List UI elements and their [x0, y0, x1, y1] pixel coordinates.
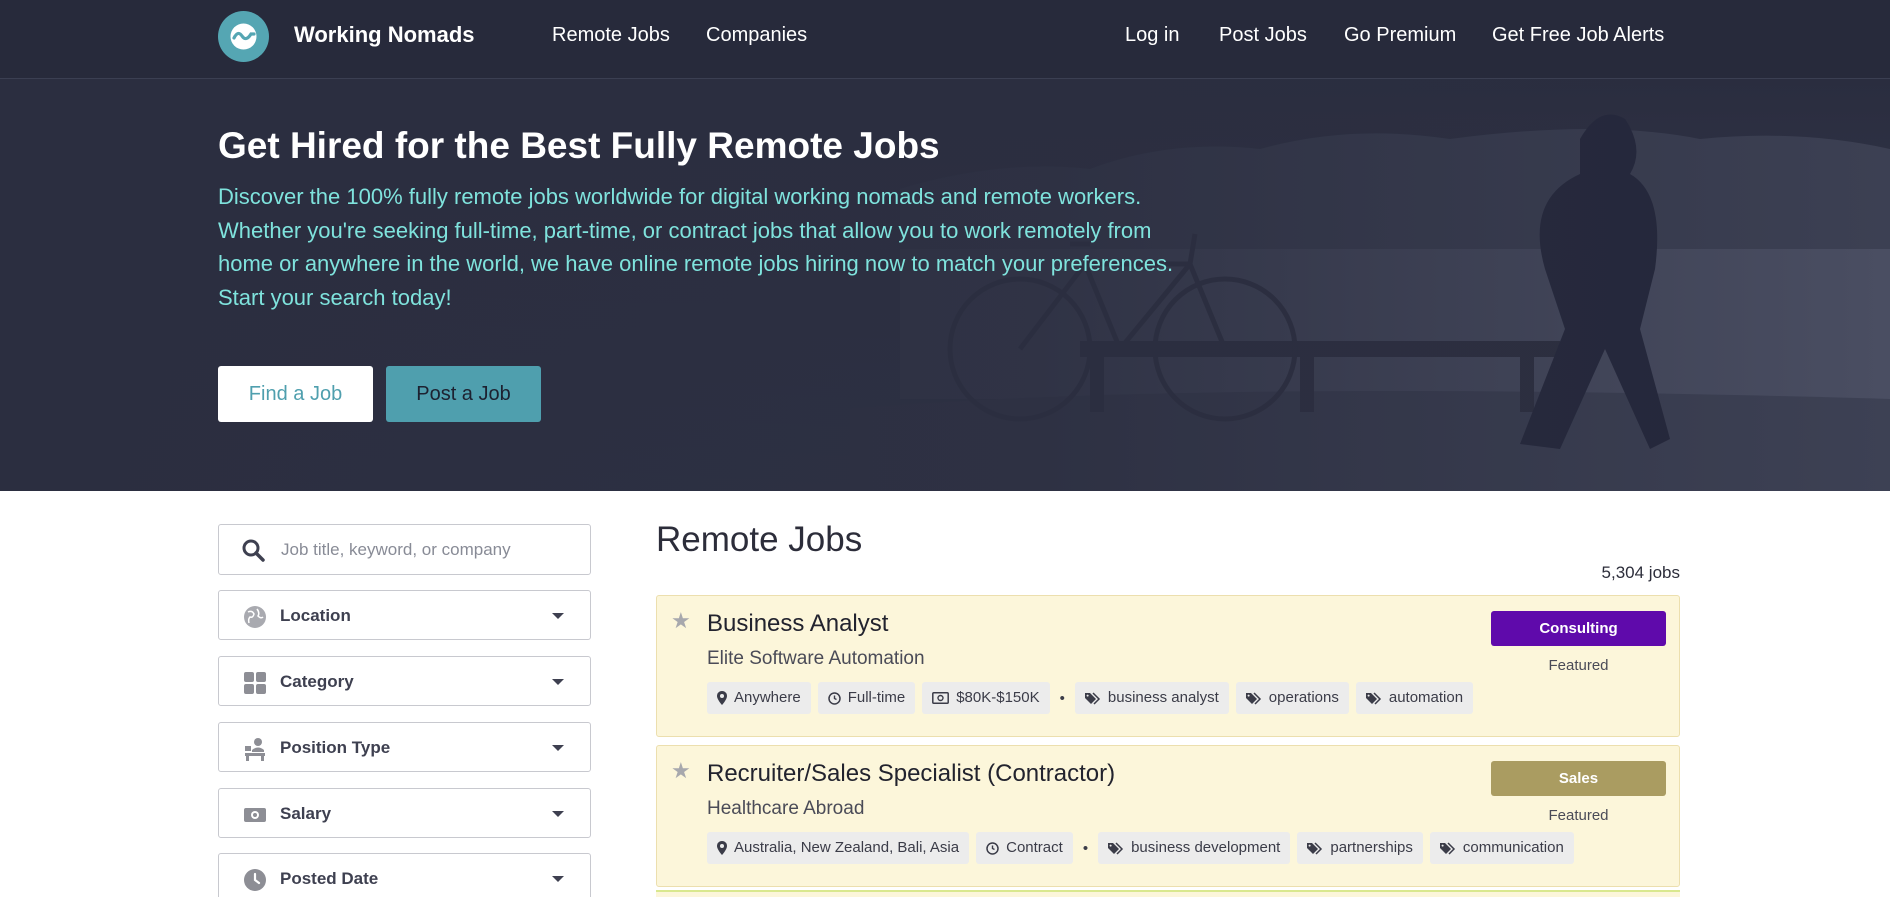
- skill-tag-label: business development: [1131, 839, 1281, 856]
- filter-salary[interactable]: Salary: [218, 788, 591, 838]
- job-company[interactable]: Healthcare Abroad: [707, 798, 864, 820]
- chevron-down-icon: [552, 876, 564, 882]
- filter-posted-date[interactable]: Posted Date: [218, 853, 591, 897]
- nav-go-premium[interactable]: Go Premium: [1344, 24, 1456, 47]
- chevron-down-icon: [552, 745, 564, 751]
- tag-icon: [1084, 691, 1100, 705]
- job-card[interactable]: ★ Business Analyst Elite Software Automa…: [656, 595, 1680, 737]
- skill-tag[interactable]: business analyst: [1074, 682, 1229, 714]
- map-pin-icon: [717, 691, 727, 705]
- job-card[interactable]: ★ Recruiter/Sales Specialist (Contractor…: [656, 745, 1680, 887]
- clock-icon: [244, 869, 266, 891]
- clock-icon: [986, 841, 999, 855]
- tag-icon: [1245, 691, 1261, 705]
- search-icon: [242, 539, 265, 562]
- find-job-button[interactable]: Find a Job: [218, 366, 373, 422]
- job-location: Australia, New Zealand, Bali, Asia: [734, 839, 960, 856]
- skill-tag-label: automation: [1388, 689, 1464, 706]
- job-search-input[interactable]: [279, 533, 573, 567]
- money-icon: [244, 808, 266, 822]
- filter-location[interactable]: Location: [218, 590, 591, 640]
- clock-icon: [827, 691, 841, 705]
- job-type: Full-time: [847, 689, 906, 706]
- star-icon[interactable]: ★: [671, 758, 691, 784]
- chevron-down-icon: [552, 679, 564, 685]
- top-navbar: Working Nomads Remote Jobs Companies Log…: [0, 0, 1890, 79]
- desk-worker-icon: [245, 738, 265, 761]
- brand-logo[interactable]: [218, 11, 269, 62]
- jobs-count: 5,304 jobs: [1601, 563, 1680, 582]
- nav-job-alerts[interactable]: Get Free Job Alerts: [1492, 24, 1664, 47]
- jobs-section-title: Remote Jobs: [656, 520, 863, 559]
- tag-icon: [1307, 841, 1323, 855]
- job-type-tag[interactable]: Contract: [976, 832, 1073, 864]
- filter-category[interactable]: Category: [218, 656, 591, 706]
- skill-tag-label: communication: [1462, 839, 1564, 856]
- tag-icon: [1108, 841, 1124, 855]
- logo-wave-icon: [230, 23, 257, 50]
- job-salary-tag[interactable]: $80K-$150K: [922, 682, 1050, 714]
- job-tags: Anywhere Full-time $80K-$150K • business…: [707, 682, 1480, 714]
- skill-tag-label: operations: [1268, 689, 1339, 706]
- money-icon: [932, 692, 950, 704]
- skill-tag-label: partnerships: [1330, 839, 1413, 856]
- skill-tag-label: business analyst: [1107, 689, 1219, 706]
- globe-icon: [244, 606, 266, 628]
- filter-position-type-label: Position Type: [280, 738, 391, 757]
- hero-description: Discover the 100% fully remote jobs worl…: [218, 184, 1174, 310]
- job-company[interactable]: Elite Software Automation: [707, 648, 925, 670]
- skill-tag[interactable]: business development: [1098, 832, 1291, 864]
- brand-name[interactable]: Working Nomads: [294, 22, 475, 48]
- filter-position-type[interactable]: Position Type: [218, 722, 591, 772]
- job-title[interactable]: Business Analyst: [707, 610, 888, 638]
- job-search-box[interactable]: [218, 524, 591, 575]
- hero-banner: Get Hired for the Best Fully Remote Jobs…: [0, 79, 1890, 491]
- grid-icon: [244, 672, 266, 694]
- job-type-tag[interactable]: Full-time: [817, 682, 916, 714]
- tag-separator: •: [1082, 839, 1089, 857]
- job-salary: $80K-$150K: [956, 689, 1040, 706]
- featured-label: Featured: [1548, 657, 1609, 674]
- job-location-tag[interactable]: Australia, New Zealand, Bali, Asia: [707, 832, 970, 864]
- category-badge[interactable]: Consulting: [1491, 611, 1666, 646]
- map-pin-icon: [717, 841, 727, 855]
- chevron-down-icon: [552, 613, 564, 619]
- page: Working Nomads Remote Jobs Companies Log…: [0, 0, 1890, 897]
- job-location-tag[interactable]: Anywhere: [707, 682, 811, 714]
- skill-tag[interactable]: automation: [1355, 682, 1474, 714]
- job-title[interactable]: Recruiter/Sales Specialist (Contractor): [707, 760, 1115, 788]
- skill-tag[interactable]: partnerships: [1297, 832, 1423, 864]
- job-location: Anywhere: [734, 689, 801, 706]
- nav-log-in[interactable]: Log in: [1125, 24, 1180, 47]
- tag-separator: •: [1059, 689, 1065, 707]
- featured-label: Featured: [1548, 807, 1609, 824]
- nav-companies[interactable]: Companies: [706, 24, 807, 47]
- job-card-next-partial[interactable]: [656, 890, 1680, 897]
- tag-icon: [1439, 841, 1455, 855]
- star-icon[interactable]: ★: [671, 608, 691, 634]
- tag-icon: [1365, 691, 1381, 705]
- post-job-button[interactable]: Post a Job: [386, 366, 541, 422]
- nav-post-jobs[interactable]: Post Jobs: [1219, 24, 1307, 47]
- job-tags: Australia, New Zealand, Bali, Asia Contr…: [707, 832, 1581, 864]
- chevron-down-icon: [552, 811, 564, 817]
- filter-category-label: Category: [280, 672, 354, 691]
- skill-tag[interactable]: communication: [1429, 832, 1574, 864]
- category-badge[interactable]: Sales: [1491, 761, 1666, 796]
- filter-location-label: Location: [280, 606, 351, 625]
- nav-remote-jobs[interactable]: Remote Jobs: [552, 24, 670, 47]
- hero-title: Get Hired for the Best Fully Remote Jobs: [218, 125, 940, 166]
- job-type: Contract: [1006, 839, 1063, 856]
- skill-tag[interactable]: operations: [1235, 682, 1349, 714]
- filter-salary-label: Salary: [280, 804, 332, 823]
- filter-posted-date-label: Posted Date: [280, 869, 379, 888]
